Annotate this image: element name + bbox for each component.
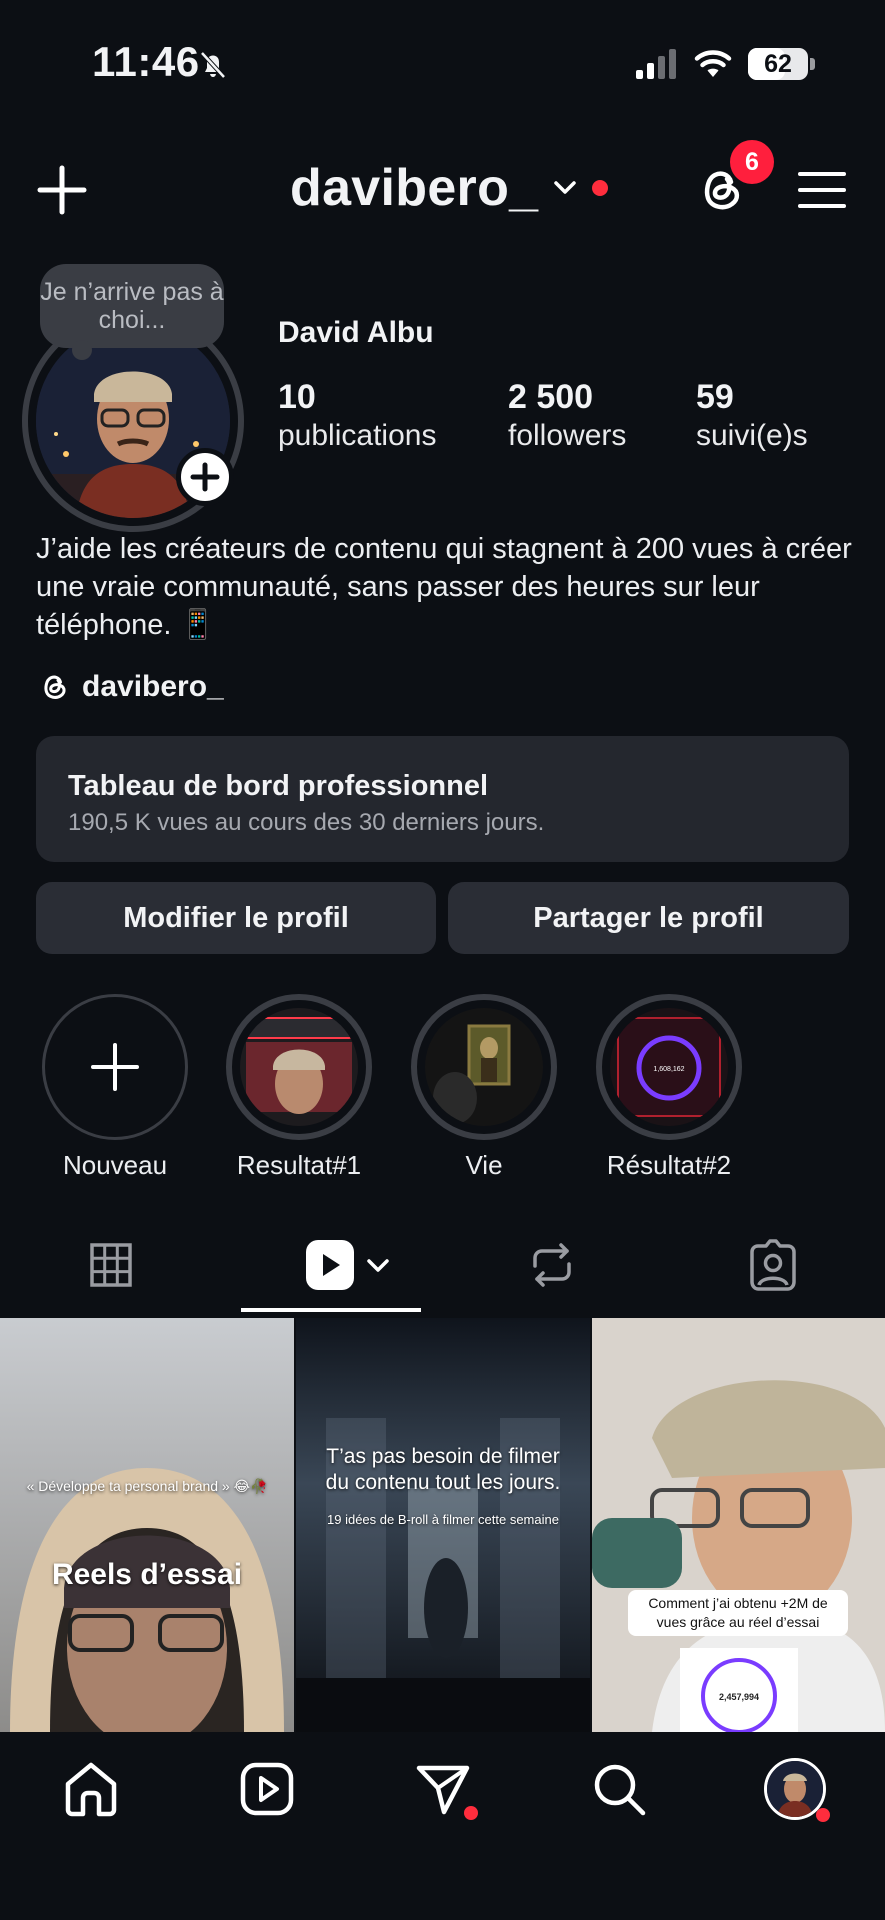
search-icon[interactable]	[590, 1760, 648, 1818]
stat-value: 2 500	[508, 378, 594, 416]
highlight-ring	[411, 994, 557, 1140]
profile-note-bubble[interactable]: Je n’arrive pas à choi...	[40, 264, 224, 360]
username-title: davibero_	[290, 159, 539, 217]
highlight-counter-text: 1,608,162	[653, 1066, 684, 1073]
highlight-new[interactable]: Nouveau	[42, 994, 188, 1181]
notification-dot	[464, 1806, 478, 1820]
threads-handle: davibero_	[82, 670, 224, 703]
direct-messages-button[interactable]	[414, 1760, 480, 1826]
wifi-icon	[694, 50, 732, 77]
profile-bio: J’aide les créateurs de contenu qui stag…	[36, 533, 852, 641]
bell-off-icon	[200, 51, 226, 79]
stat-label: suivi(e)s	[696, 419, 808, 452]
highlight-ring	[226, 994, 372, 1140]
highlight-cover	[240, 1008, 358, 1126]
highlight-cover-graphic: 1,608,162	[610, 1008, 728, 1126]
reel-caption-title: T’as pas besoin de filmer du contenu tou…	[325, 1445, 561, 1494]
stat-value: 59	[696, 378, 734, 416]
reels-tab[interactable]	[300, 1236, 400, 1294]
send-icon	[416, 1765, 470, 1815]
notification-dot	[816, 1808, 830, 1822]
reels-icon	[306, 1240, 354, 1290]
highlight-label: Resultat#1	[236, 1150, 362, 1180]
stat-label: publications	[278, 419, 437, 452]
reel-thumbnail-2[interactable]: T’as pas besoin de filmer du contenu tou…	[296, 1318, 590, 1732]
grid-posts-tab-icon[interactable]	[81, 1236, 139, 1294]
reel-caption-small: 19 idées de B-roll à filmer cette semain…	[327, 1512, 559, 1527]
edit-profile-button[interactable]: Modifier le profil	[36, 882, 436, 954]
status-time: 11:46	[92, 38, 200, 85]
plus-icon	[190, 462, 220, 492]
highlight-cover	[425, 1008, 543, 1126]
chevron-down-icon	[554, 181, 577, 194]
stat-followers[interactable]: 2 500 followers	[508, 378, 626, 453]
reel-caption-title: Reels d’essai	[51, 1558, 243, 1591]
menu-hamburger-icon[interactable]	[798, 168, 846, 212]
highlight-resultat-2[interactable]: 1,608,162 Résultat#2	[596, 994, 742, 1181]
threads-notification-badge: 6	[730, 140, 774, 184]
highlight-ring: 1,608,162	[596, 994, 742, 1140]
stat-following[interactable]: 59 suivi(e)s	[696, 378, 808, 453]
chevron-down-icon	[367, 1259, 389, 1272]
highlight-cover-graphic	[240, 1008, 358, 1126]
dashboard-subtitle: 190,5 K vues au cours des 30 derniers jo…	[68, 809, 545, 836]
battery-percentage: 62	[764, 50, 792, 78]
highlight-label: Vie	[465, 1150, 503, 1180]
reel-thumbnail-graphic: 2,457,994	[592, 1318, 885, 1732]
avatar-portrait-graphic	[767, 1761, 823, 1817]
threads-profile-link[interactable]: davibero_	[38, 670, 224, 704]
stat-value: 10	[278, 378, 316, 416]
reel-caption-title: Comment j’ai obtenu +2M de vues grâce au…	[628, 1590, 848, 1636]
create-plus-icon[interactable]	[36, 164, 88, 216]
highlight-cover-graphic	[425, 1008, 543, 1126]
highlight-label: Nouveau	[62, 1150, 168, 1180]
share-profile-button[interactable]: Partager le profil	[448, 882, 849, 954]
battery-tip	[810, 58, 815, 70]
reel-counter-text: 2,457,994	[719, 1692, 759, 1702]
tagged-tab-icon[interactable]	[744, 1236, 802, 1294]
highlight-new-ring	[42, 994, 188, 1140]
battery-indicator: 62	[748, 48, 808, 80]
reel-thumbnail-3[interactable]: 2,457,994 Comment j’ai obtenu +2M de vue…	[592, 1318, 885, 1732]
reel-caption-small: « Développe ta personal brand » 😂🥀	[26, 1478, 268, 1494]
professional-dashboard-card[interactable]: Tableau de bord professionnel 190,5 K vu…	[36, 736, 849, 862]
account-switcher[interactable]: davibero_	[290, 158, 609, 218]
reposts-tab-icon[interactable]	[523, 1236, 581, 1294]
stat-publications[interactable]: 10 publications	[278, 378, 436, 453]
highlight-vie[interactable]: Vie	[411, 994, 557, 1181]
dashboard-title: Tableau de bord professionnel	[68, 770, 489, 802]
reel-thumbnail-graphic	[0, 1318, 294, 1732]
notification-dot	[592, 180, 609, 196]
active-tab-indicator	[241, 1308, 421, 1312]
threads-icon	[44, 675, 66, 699]
cellular-signal-icon	[636, 49, 676, 79]
add-story-button[interactable]	[176, 448, 234, 506]
reel-thumbnail-1[interactable]: « Développe ta personal brand » 😂🥀 Reels…	[0, 1318, 294, 1732]
stat-label: followers	[508, 419, 627, 452]
highlight-label: Résultat#2	[606, 1150, 732, 1180]
reels-nav-icon[interactable]	[238, 1760, 296, 1818]
plus-icon	[91, 1043, 139, 1091]
home-icon[interactable]	[62, 1760, 120, 1818]
highlight-cover: 1,608,162	[610, 1008, 728, 1126]
highlight-resultat-1[interactable]: Resultat#1	[226, 994, 372, 1181]
profile-display-name: David Albu	[278, 316, 434, 349]
